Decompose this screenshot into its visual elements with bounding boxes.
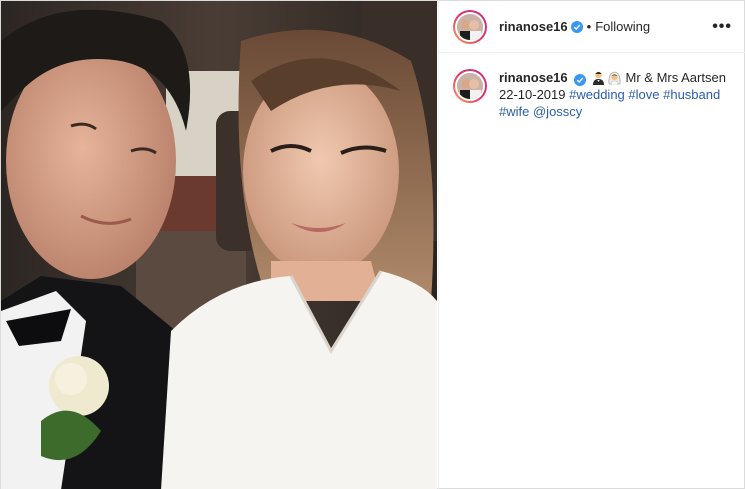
hashtag-husband[interactable]: #husband bbox=[663, 87, 720, 102]
separator-dot: • bbox=[586, 19, 592, 34]
avatar[interactable] bbox=[453, 9, 487, 44]
following-button[interactable]: Following bbox=[595, 19, 650, 34]
caption-row: rinanose16 Mr & Mrs Aartsen 22-10-2019 #… bbox=[439, 53, 745, 120]
post-photo[interactable] bbox=[1, 1, 437, 489]
post-header: rinanose16 • Following ••• bbox=[439, 1, 745, 53]
man-in-tuxedo-emoji bbox=[591, 70, 606, 85]
caption-username[interactable]: rinanose16 bbox=[499, 70, 568, 85]
caption-avatar[interactable] bbox=[453, 69, 487, 103]
post-author-username[interactable]: rinanose16 bbox=[499, 19, 568, 34]
bride-with-veil-emoji bbox=[607, 70, 622, 86]
instagram-post: rinanose16 • Following ••• rinanose16 Mr… bbox=[0, 0, 745, 489]
mention-josscy[interactable]: @josscy bbox=[533, 104, 582, 119]
hashtag-wedding[interactable]: #wedding bbox=[569, 87, 625, 102]
hashtag-wife[interactable]: #wife bbox=[499, 104, 529, 119]
post-side-panel: rinanose16 • Following ••• rinanose16 Mr… bbox=[438, 1, 745, 489]
hashtag-love[interactable]: #love bbox=[628, 87, 659, 102]
more-options-icon[interactable]: ••• bbox=[712, 18, 732, 36]
verified-badge-icon bbox=[570, 20, 583, 33]
verified-badge-icon bbox=[574, 74, 587, 86]
caption-text: rinanose16 Mr & Mrs Aartsen 22-10-2019 #… bbox=[499, 69, 729, 120]
